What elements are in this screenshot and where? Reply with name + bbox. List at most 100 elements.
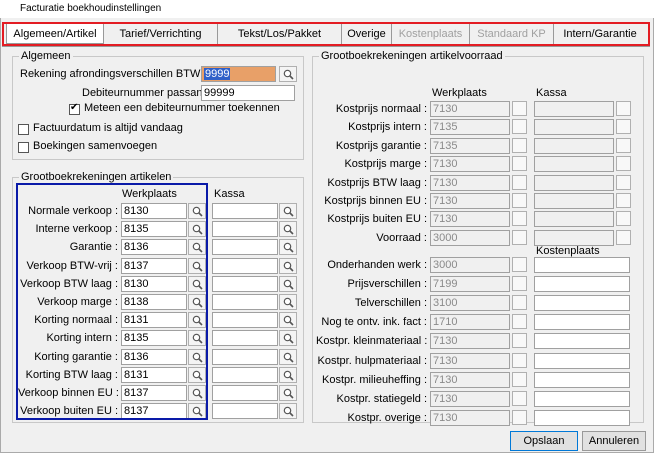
- cancel-button[interactable]: Annuleren: [582, 431, 646, 451]
- artikel-kassa-input[interactable]: [212, 366, 278, 383]
- voorraad-kassa-input[interactable]: [534, 119, 614, 136]
- artikel-werkplaats-input[interactable]: 8131: [121, 366, 187, 383]
- artikel-werkplaats-search-button[interactable]: [188, 403, 206, 420]
- voorraad-kassa-input[interactable]: [534, 156, 614, 173]
- voorraad-werkplaats-lookup-button[interactable]: [512, 229, 527, 245]
- artikel-werkplaats-input[interactable]: 8138: [121, 294, 187, 310]
- artikel-kassa-search-button[interactable]: [279, 203, 297, 219]
- voorraad-kassa-lookup-button[interactable]: [616, 119, 631, 135]
- voorraad-werkplaats-input[interactable]: 7130: [430, 174, 510, 191]
- artikel-werkplaats-search-button[interactable]: [188, 385, 206, 401]
- voorraad-werkplaats-lookup-button[interactable]: [512, 119, 527, 135]
- voorraad-werkplaats-input[interactable]: 3000: [430, 229, 510, 246]
- voorraad-kassa-input[interactable]: [534, 211, 614, 228]
- voorraad-werkplaats-lookup-button[interactable]: [512, 174, 527, 190]
- voorraad-kostenplaats-input[interactable]: [534, 352, 630, 369]
- tab-intern-garantie[interactable]: Intern/Garantie: [554, 24, 646, 44]
- voorraad-werkplaats-input[interactable]: 7199: [430, 276, 510, 293]
- voorraad-kostenplaats-input[interactable]: [534, 390, 630, 407]
- artikel-kassa-search-button[interactable]: [279, 385, 297, 401]
- artikel-kassa-search-button[interactable]: [279, 366, 297, 383]
- voorraad-werkplaats-input[interactable]: 7130: [430, 211, 510, 228]
- voorraad-kostenplaats-input[interactable]: [534, 371, 630, 388]
- voorraad-werkplaats-lookup-button[interactable]: [512, 257, 527, 272]
- rekening-afronding-input[interactable]: 9999: [201, 66, 276, 82]
- artikel-kassa-search-button[interactable]: [279, 348, 297, 365]
- voorraad-werkplaats-lookup-button[interactable]: [512, 211, 527, 227]
- voorraad-kassa-input[interactable]: [534, 137, 614, 154]
- artikel-kassa-input[interactable]: [212, 330, 278, 347]
- artikel-werkplaats-input[interactable]: 8136: [121, 239, 187, 256]
- voorraad-werkplaats-lookup-button[interactable]: [512, 371, 527, 387]
- voorraad-werkplaats-lookup-button[interactable]: [512, 390, 527, 406]
- voorraad-kassa-input[interactable]: [534, 101, 614, 117]
- voorraad-kassa-lookup-button[interactable]: [616, 193, 631, 208]
- voorraad-werkplaats-lookup-button[interactable]: [512, 295, 527, 311]
- save-button[interactable]: Opslaan: [510, 431, 578, 451]
- voorraad-kassa-input[interactable]: [534, 229, 614, 246]
- voorraad-werkplaats-input[interactable]: 7130: [430, 409, 510, 426]
- voorraad-kostenplaats-input[interactable]: [534, 409, 630, 426]
- voorraad-werkplaats-lookup-button[interactable]: [512, 193, 527, 208]
- artikel-kassa-search-button[interactable]: [279, 257, 297, 274]
- artikel-werkplaats-input[interactable]: 8130: [121, 203, 187, 219]
- artikel-kassa-search-button[interactable]: [279, 330, 297, 347]
- artikel-kassa-search-button[interactable]: [279, 403, 297, 420]
- artikel-werkplaats-input[interactable]: 8137: [121, 385, 187, 401]
- artikel-werkplaats-input[interactable]: 8131: [121, 312, 187, 329]
- voorraad-werkplaats-lookup-button[interactable]: [512, 101, 527, 116]
- artikel-kassa-search-button[interactable]: [279, 294, 297, 310]
- voorraad-werkplaats-input[interactable]: 7130: [430, 352, 510, 369]
- voorraad-kassa-lookup-button[interactable]: [616, 156, 631, 172]
- artikel-werkplaats-search-button[interactable]: [188, 330, 206, 347]
- artikel-kassa-input[interactable]: [212, 275, 278, 292]
- tab-overige[interactable]: Overige: [342, 24, 392, 44]
- voorraad-kassa-lookup-button[interactable]: [616, 174, 631, 190]
- voorraad-kassa-lookup-button[interactable]: [616, 229, 631, 245]
- artikel-kassa-input[interactable]: [212, 385, 278, 401]
- rekening-search-button[interactable]: [279, 66, 297, 82]
- voorraad-werkplaats-input[interactable]: 7130: [430, 101, 510, 117]
- artikel-werkplaats-input[interactable]: 8130: [121, 275, 187, 292]
- voorraad-werkplaats-input[interactable]: 7130: [430, 193, 510, 209]
- artikel-werkplaats-input[interactable]: 8136: [121, 348, 187, 365]
- voorraad-werkplaats-lookup-button[interactable]: [512, 276, 527, 292]
- voorraad-werkplaats-input[interactable]: 7130: [430, 390, 510, 407]
- voorraad-kassa-input[interactable]: [534, 193, 614, 209]
- artikel-werkplaats-input[interactable]: 8137: [121, 403, 187, 420]
- tab-tekst-los-pakket[interactable]: Tekst/Los/Pakket: [218, 24, 342, 44]
- voorraad-kassa-lookup-button[interactable]: [616, 137, 631, 153]
- voorraad-werkplaats-input[interactable]: 7135: [430, 137, 510, 154]
- voorraad-kostenplaats-input[interactable]: [534, 276, 630, 293]
- voorraad-werkplaats-input[interactable]: 7130: [430, 371, 510, 388]
- artikel-kassa-search-button[interactable]: [279, 221, 297, 238]
- factuurdatum-checkbox[interactable]: [18, 124, 29, 135]
- artikel-werkplaats-search-button[interactable]: [188, 239, 206, 256]
- voorraad-kassa-lookup-button[interactable]: [616, 101, 631, 116]
- voorraad-werkplaats-input[interactable]: 1710: [430, 314, 510, 331]
- artikel-kassa-input[interactable]: [212, 348, 278, 365]
- artikel-werkplaats-search-button[interactable]: [188, 312, 206, 329]
- artikel-werkplaats-search-button[interactable]: [188, 366, 206, 383]
- artikel-kassa-input[interactable]: [212, 239, 278, 256]
- artikel-werkplaats-search-button[interactable]: [188, 275, 206, 292]
- voorraad-kostenplaats-input[interactable]: [534, 295, 630, 312]
- artikel-werkplaats-input[interactable]: 8135: [121, 221, 187, 238]
- artikel-werkplaats-search-button[interactable]: [188, 348, 206, 365]
- voorraad-werkplaats-lookup-button[interactable]: [512, 314, 527, 330]
- voorraad-werkplaats-lookup-button[interactable]: [512, 333, 527, 349]
- voorraad-werkplaats-input[interactable]: 3000: [430, 257, 510, 273]
- artikel-kassa-input[interactable]: [212, 257, 278, 274]
- boekingen-samenvoegen-checkbox[interactable]: [18, 142, 29, 153]
- artikel-kassa-input[interactable]: [212, 403, 278, 420]
- voorraad-kostenplaats-input[interactable]: [534, 314, 630, 331]
- voorraad-werkplaats-lookup-button[interactable]: [512, 137, 527, 153]
- voorraad-kostenplaats-input[interactable]: [534, 257, 630, 273]
- artikel-kassa-input[interactable]: [212, 221, 278, 238]
- artikel-kassa-input[interactable]: [212, 312, 278, 329]
- artikel-kassa-search-button[interactable]: [279, 239, 297, 256]
- artikel-werkplaats-search-button[interactable]: [188, 257, 206, 274]
- artikel-kassa-input[interactable]: [212, 203, 278, 219]
- artikel-werkplaats-search-button[interactable]: [188, 203, 206, 219]
- voorraad-kassa-lookup-button[interactable]: [616, 211, 631, 227]
